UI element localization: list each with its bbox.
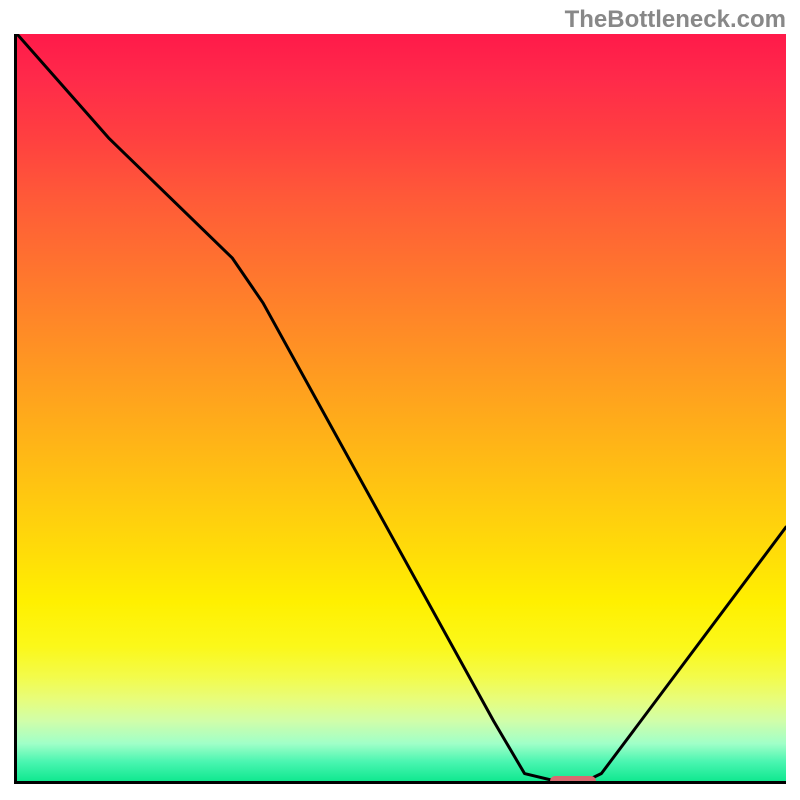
optimal-point-marker [550,776,596,784]
bottleneck-curve-line [17,34,786,781]
chart-plot-area [14,34,786,784]
watermark-text: TheBottleneck.com [565,6,786,34]
chart-curve-svg [17,34,786,781]
